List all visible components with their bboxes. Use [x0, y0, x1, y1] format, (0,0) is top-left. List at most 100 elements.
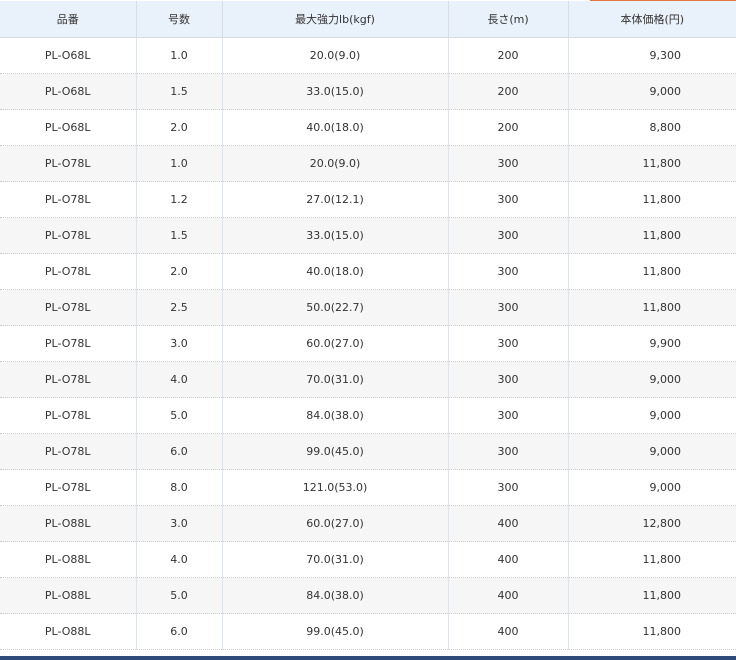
cell-product-number: PL-O88L — [0, 541, 137, 578]
cell-line-size: 4.0 — [136, 541, 223, 578]
cell-line-size: 1.5 — [136, 73, 223, 110]
cell-max-strength: 121.0(53.0) — [222, 469, 449, 506]
cell-line-size: 5.0 — [136, 397, 223, 434]
cell-max-strength: 20.0(9.0) — [222, 37, 449, 74]
cell-max-strength: 84.0(38.0) — [222, 577, 449, 614]
cell-price: 11,800 — [568, 253, 736, 290]
cell-line-size: 8.0 — [136, 469, 223, 506]
cell-price: 11,800 — [568, 541, 736, 578]
header-price: 本体価格(円) — [568, 1, 736, 38]
cell-line-size: 2.5 — [136, 289, 223, 326]
cell-product-number: PL-O88L — [0, 613, 137, 650]
table-row: PL-O68L 1.0 20.0(9.0) 200 9,300 — [0, 37, 736, 74]
cell-length: 200 — [448, 37, 569, 74]
cell-price: 8,800 — [568, 109, 736, 146]
table-row: PL-O78L 6.0 99.0(45.0) 300 9,000 — [0, 433, 736, 470]
cell-product-number: PL-O78L — [0, 217, 137, 254]
cell-product-number: PL-O68L — [0, 109, 137, 146]
table-row: PL-O88L 4.0 70.0(31.0) 400 11,800 — [0, 541, 736, 578]
cell-product-number: PL-O78L — [0, 289, 137, 326]
cell-length: 300 — [448, 469, 569, 506]
cell-length: 200 — [448, 73, 569, 110]
cell-length: 300 — [448, 145, 569, 182]
cell-product-number: PL-O78L — [0, 433, 137, 470]
cell-line-size: 1.0 — [136, 37, 223, 74]
cell-price: 9,900 — [568, 325, 736, 362]
cell-product-number: PL-O78L — [0, 361, 137, 398]
cell-product-number: PL-O78L — [0, 469, 137, 506]
cell-max-strength: 40.0(18.0) — [222, 253, 449, 290]
cell-price: 9,000 — [568, 397, 736, 434]
cell-max-strength: 70.0(31.0) — [222, 541, 449, 578]
cell-max-strength: 99.0(45.0) — [222, 613, 449, 650]
cell-max-strength: 70.0(31.0) — [222, 361, 449, 398]
cell-product-number: PL-O78L — [0, 145, 137, 182]
cell-product-number: PL-O88L — [0, 505, 137, 542]
cell-product-number: PL-O78L — [0, 253, 137, 290]
cell-product-number: PL-O68L — [0, 37, 137, 74]
cell-length: 200 — [448, 109, 569, 146]
cell-product-number: PL-O88L — [0, 577, 137, 614]
cell-price: 12,800 — [568, 505, 736, 542]
cell-max-strength: 60.0(27.0) — [222, 505, 449, 542]
cell-product-number: PL-O68L — [0, 73, 137, 110]
cell-length: 300 — [448, 217, 569, 254]
header-length: 長さ(m) — [448, 1, 569, 38]
cell-length: 400 — [448, 613, 569, 650]
cell-length: 400 — [448, 577, 569, 614]
cell-price: 11,800 — [568, 613, 736, 650]
cell-line-size: 3.0 — [136, 325, 223, 362]
cell-max-strength: 20.0(9.0) — [222, 145, 449, 182]
cell-price: 11,800 — [568, 145, 736, 182]
bottom-bar — [0, 656, 736, 660]
table-row: PL-O78L 1.5 33.0(15.0) 300 11,800 — [0, 217, 736, 254]
cell-line-size: 1.2 — [136, 181, 223, 218]
cell-line-size: 5.0 — [136, 577, 223, 614]
cell-price: 11,800 — [568, 217, 736, 254]
cell-max-strength: 60.0(27.0) — [222, 325, 449, 362]
cell-price: 9,000 — [568, 73, 736, 110]
header-product-number: 品番 — [0, 1, 137, 38]
cell-line-size: 1.0 — [136, 145, 223, 182]
cell-line-size: 4.0 — [136, 361, 223, 398]
cell-max-strength: 50.0(22.7) — [222, 289, 449, 326]
table-row: PL-O78L 1.0 20.0(9.0) 300 11,800 — [0, 145, 736, 182]
cell-price: 9,300 — [568, 37, 736, 74]
cell-line-size: 6.0 — [136, 613, 223, 650]
header-line-size: 号数 — [136, 1, 223, 38]
table-header-row: 品番 号数 最大強力lb(kgf) 長さ(m) 本体価格(円) — [0, 1, 736, 38]
cell-line-size: 2.0 — [136, 253, 223, 290]
table-row: PL-O78L 2.0 40.0(18.0) 300 11,800 — [0, 253, 736, 290]
table-row: PL-O88L 3.0 60.0(27.0) 400 12,800 — [0, 505, 736, 542]
table-row: PL-O78L 4.0 70.0(31.0) 300 9,000 — [0, 361, 736, 398]
cell-price: 9,000 — [568, 361, 736, 398]
cell-line-size: 3.0 — [136, 505, 223, 542]
header-max-strength: 最大強力lb(kgf) — [222, 1, 449, 38]
cell-max-strength: 33.0(15.0) — [222, 217, 449, 254]
cell-length: 400 — [448, 505, 569, 542]
cell-product-number: PL-O78L — [0, 397, 137, 434]
cell-length: 300 — [448, 397, 569, 434]
cell-price: 11,800 — [568, 181, 736, 218]
table-row: PL-O78L 1.2 27.0(12.1) 300 11,800 — [0, 181, 736, 218]
cell-max-strength: 99.0(45.0) — [222, 433, 449, 470]
table-body: PL-O68L 1.0 20.0(9.0) 200 9,300 PL-O68L 1.5 33.… — [0, 37, 736, 650]
cell-max-strength: 27.0(12.1) — [222, 181, 449, 218]
cell-length: 300 — [448, 253, 569, 290]
cell-line-size: 1.5 — [136, 217, 223, 254]
cell-length: 300 — [448, 289, 569, 326]
cell-length: 300 — [448, 361, 569, 398]
table-row: PL-O78L 2.5 50.0(22.7) 300 11,800 — [0, 289, 736, 326]
table-row: PL-O78L 5.0 84.0(38.0) 300 9,000 — [0, 397, 736, 434]
product-spec-table: 品番 号数 最大強力lb(kgf) 長さ(m) 本体価格(円) PL-O68L 1… — [0, 1, 736, 650]
cell-price: 9,000 — [568, 433, 736, 470]
cell-line-size: 2.0 — [136, 109, 223, 146]
cell-line-size: 6.0 — [136, 433, 223, 470]
cell-product-number: PL-O78L — [0, 325, 137, 362]
cell-max-strength: 40.0(18.0) — [222, 109, 449, 146]
table-row: PL-O88L 5.0 84.0(38.0) 400 11,800 — [0, 577, 736, 614]
cell-length: 300 — [448, 325, 569, 362]
cell-length: 400 — [448, 541, 569, 578]
table-row: PL-O88L 6.0 99.0(45.0) 400 11,800 — [0, 613, 736, 650]
table-row: PL-O68L 1.5 33.0(15.0) 200 9,000 — [0, 73, 736, 110]
